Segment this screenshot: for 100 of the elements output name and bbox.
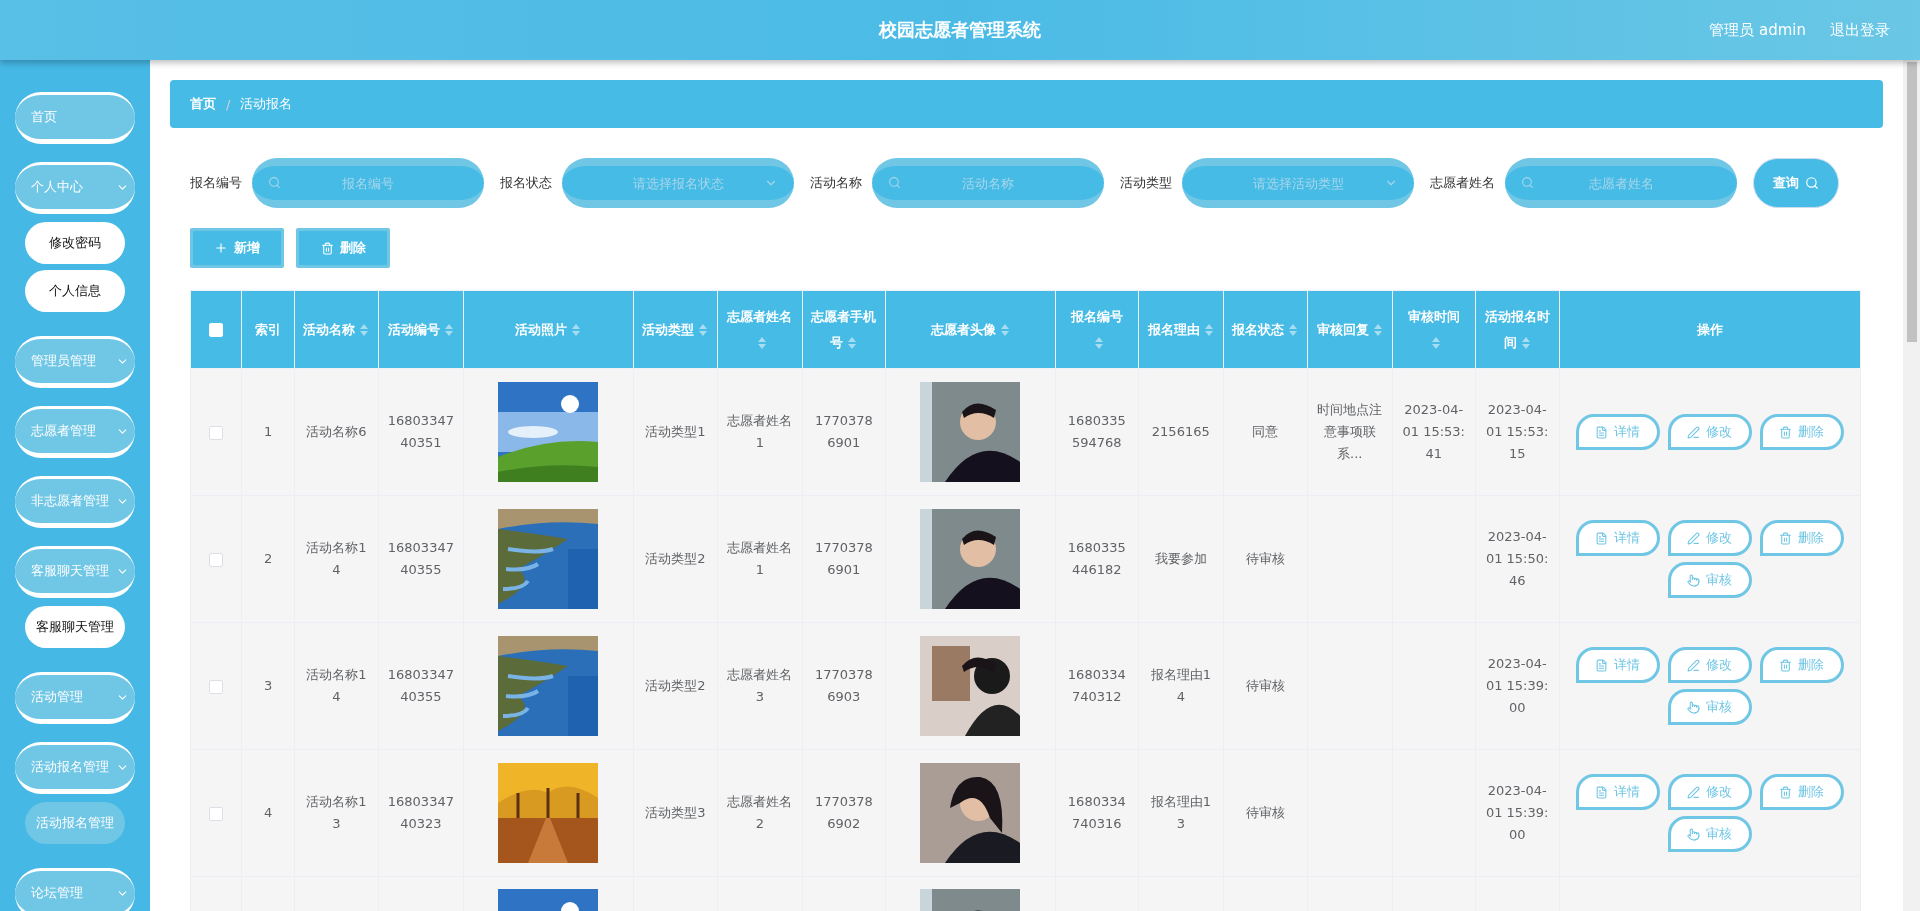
- submenu-item[interactable]: 活动报名管理: [25, 802, 125, 844]
- select-field[interactable]: 请选择报名状态: [562, 158, 794, 208]
- column-header[interactable]: 审核时间: [1392, 290, 1476, 369]
- column-header[interactable]: 活动编号: [378, 290, 464, 369]
- review-button[interactable]: 审核: [1667, 562, 1752, 598]
- menu-item[interactable]: 志愿者管理: [15, 406, 135, 458]
- delete-button[interactable]: 删除: [1759, 774, 1844, 810]
- search-icon: [268, 176, 281, 189]
- column-header[interactable]: 活动类型: [633, 290, 718, 369]
- sort-icon[interactable]: [756, 336, 767, 350]
- status-cell: 待审核: [1245, 805, 1285, 820]
- sort-icon[interactable]: [443, 323, 454, 337]
- column-header[interactable]: 审核回复: [1307, 290, 1393, 369]
- menu-item[interactable]: 首页: [15, 92, 135, 144]
- row-checkbox[interactable]: [209, 552, 224, 567]
- review-time-cell: 2023-04-01 15:53:41: [1402, 402, 1465, 461]
- reason-cell: 报名理由13: [1150, 794, 1211, 831]
- sort-icon[interactable]: [698, 323, 709, 337]
- user-label: 管理员 admin: [1709, 20, 1806, 40]
- row-checkbox[interactable]: [209, 806, 224, 821]
- column-header: 操作: [1559, 290, 1861, 369]
- detail-button[interactable]: 详情: [1575, 647, 1660, 683]
- phone-cell: 17703786901: [814, 413, 873, 450]
- column-header[interactable]: 活动照片: [463, 290, 634, 369]
- hand-icon: [1687, 573, 1701, 587]
- signup-number-cell: 1680334740312: [1067, 667, 1126, 704]
- submenu-item[interactable]: 个人信息: [25, 270, 125, 312]
- trash-icon: [320, 241, 334, 255]
- menu-item[interactable]: 管理员管理: [15, 336, 135, 388]
- delete-button[interactable]: 删除: [296, 228, 390, 268]
- phone-cell: 17703786903: [814, 667, 873, 704]
- trash-icon: [1779, 425, 1793, 439]
- add-button[interactable]: 新增: [190, 228, 284, 268]
- app-title: 校园志愿者管理系统: [879, 18, 1041, 42]
- activity-number-cell: 1680334740323: [387, 794, 454, 831]
- index-cell: 4: [264, 805, 273, 820]
- trash-icon: [1779, 531, 1793, 545]
- volunteer-name-cell: 志愿者姓名2: [727, 794, 793, 831]
- review-button[interactable]: 审核: [1667, 689, 1752, 725]
- sort-icon[interactable]: [1288, 323, 1299, 337]
- submenu-item[interactable]: 修改密码: [25, 222, 125, 264]
- document-icon: [1595, 425, 1609, 439]
- query-button[interactable]: 查询: [1753, 158, 1839, 208]
- column-header[interactable]: 活动报名时间: [1475, 290, 1560, 369]
- column-header[interactable]: 活动名称: [294, 290, 379, 369]
- activity-name-cell: 活动名称6: [306, 424, 367, 439]
- pencil-icon: [1687, 785, 1701, 799]
- menu-item[interactable]: 个人中心: [15, 162, 135, 214]
- signup-time-cell: 2023-04-01 15:39:00: [1485, 783, 1549, 842]
- detail-button[interactable]: 详情: [1575, 414, 1660, 450]
- select-all-checkbox[interactable]: [209, 323, 224, 337]
- sort-icon[interactable]: [1093, 336, 1104, 350]
- column-header[interactable]: 报名编号: [1055, 290, 1139, 369]
- review-button[interactable]: 审核: [1667, 816, 1752, 852]
- activity-type-cell: 活动类型2: [645, 551, 706, 566]
- trash-icon: [1779, 658, 1793, 672]
- sort-icon[interactable]: [1203, 323, 1214, 337]
- sort-icon[interactable]: [999, 323, 1010, 337]
- menu-item[interactable]: 非志愿者管理: [15, 476, 135, 528]
- row-checkbox[interactable]: [209, 425, 224, 440]
- row-checkbox[interactable]: [209, 679, 224, 694]
- menu-item[interactable]: 活动管理: [15, 672, 135, 724]
- sort-icon[interactable]: [1520, 336, 1531, 350]
- filter-label: 活动类型: [1120, 174, 1172, 192]
- column-header[interactable]: 志愿者头像: [885, 290, 1056, 369]
- delete-button[interactable]: 删除: [1759, 647, 1844, 683]
- sort-icon[interactable]: [1372, 323, 1383, 337]
- menu-item[interactable]: 论坛管理: [15, 868, 135, 911]
- detail-button[interactable]: 详情: [1575, 774, 1660, 810]
- activity-name-cell: 活动名称14: [306, 667, 367, 704]
- sort-icon[interactable]: [571, 323, 582, 337]
- delete-button[interactable]: 删除: [1759, 414, 1844, 450]
- status-cell: 待审核: [1245, 551, 1285, 566]
- column-header[interactable]: 报名状态: [1223, 290, 1308, 369]
- index-cell: 2: [264, 551, 273, 566]
- menu-item[interactable]: 活动报名管理: [15, 742, 135, 794]
- menu-item[interactable]: 客服聊天管理: [15, 546, 135, 598]
- search-field[interactable]: 志愿者姓名: [1505, 158, 1737, 208]
- breadcrumb-item[interactable]: 首页: [190, 95, 216, 113]
- logout-link[interactable]: 退出登录: [1830, 20, 1890, 40]
- submenu-item[interactable]: 客服聊天管理: [25, 606, 125, 648]
- column-header[interactable]: 志愿者手机号: [802, 290, 886, 369]
- scrollbar[interactable]: [1903, 60, 1920, 911]
- edit-button[interactable]: 修改: [1667, 520, 1752, 556]
- detail-button[interactable]: 详情: [1575, 520, 1660, 556]
- sort-icon[interactable]: [359, 323, 370, 337]
- scrollbar-thumb[interactable]: [1906, 62, 1917, 342]
- column-header[interactable]: 志愿者姓名: [717, 290, 803, 369]
- column-header[interactable]: 报名理由: [1138, 290, 1224, 369]
- search-field[interactable]: 活动名称: [872, 158, 1104, 208]
- sort-icon[interactable]: [847, 336, 858, 350]
- sort-icon[interactable]: [1430, 336, 1441, 350]
- index-cell: 3: [264, 678, 273, 693]
- edit-button[interactable]: 修改: [1667, 774, 1752, 810]
- hand-icon: [1687, 827, 1701, 841]
- edit-button[interactable]: 修改: [1667, 414, 1752, 450]
- delete-button[interactable]: 删除: [1759, 520, 1844, 556]
- select-field[interactable]: 请选择活动类型: [1182, 158, 1414, 208]
- edit-button[interactable]: 修改: [1667, 647, 1752, 683]
- search-field[interactable]: 报名编号: [252, 158, 484, 208]
